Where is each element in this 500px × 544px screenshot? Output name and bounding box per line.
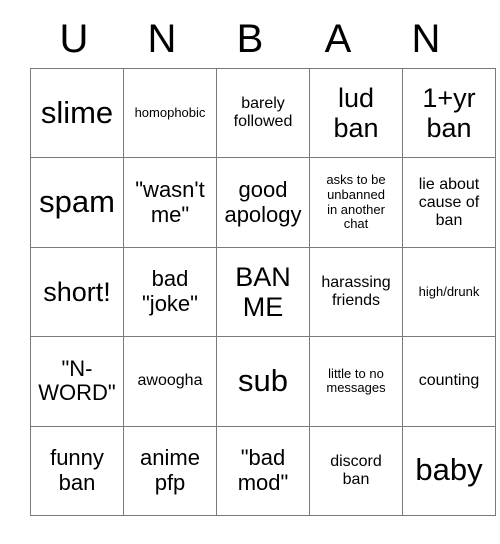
bingo-cell-label: "bad mod" [237,445,289,495]
bingo-cell[interactable]: BAN ME [216,246,310,338]
bingo-cell[interactable]: counting [402,336,496,427]
bingo-cell[interactable]: discord ban [309,425,403,516]
bingo-cell[interactable]: barely followed [216,67,310,159]
bingo-cell[interactable]: awoogha [123,336,217,427]
bingo-cell-label: 1+yr ban [422,82,476,144]
bingo-cell-label: baby [415,452,483,488]
bingo-cell-label: good apology [224,176,302,227]
bingo-cell[interactable]: little to no messages [309,336,403,427]
bingo-cell-label: "wasn't me" [135,176,205,227]
bingo-cell[interactable]: baby [402,425,496,516]
bingo-cell-label: awoogha [137,372,203,390]
bingo-row: "N- WORD" awoogha sub little to no messa… [30,336,496,427]
bingo-cell-label: lie about cause of ban [418,175,480,229]
header-letter-3: B [236,17,264,61]
bingo-grid: slime homophobic barely followed lud ban… [30,67,496,516]
bingo-cell-label: asks to be unbanned in another chat [326,172,386,232]
bingo-cell[interactable]: "N- WORD" [30,336,124,427]
header-letter-5: N [411,17,441,61]
bingo-cell[interactable]: lie about cause of ban [402,157,496,248]
bingo-row: slime homophobic barely followed lud ban… [30,67,496,159]
bingo-cell-label: counting [418,372,480,390]
bingo-cell[interactable]: "bad mod" [216,425,310,516]
bingo-cell-label: discord ban [330,452,382,488]
bingo-cell-label: anime pfp [140,445,200,495]
bingo-cell-label: spam [39,184,115,220]
bingo-cell-label: homophobic [134,104,206,120]
bingo-cell[interactable]: harassing friends [309,246,403,338]
bingo-cell-label: sub [238,363,288,398]
bingo-cell-label: little to no messages [326,365,386,396]
bingo-cell-label: harassing friends [321,274,391,309]
bingo-row: short! bad "joke" BAN ME harassing frien… [30,246,496,338]
bingo-cell-label: lud ban [333,82,379,144]
bingo-cell[interactable]: asks to be unbanned in another chat [309,157,403,248]
bingo-cell-label: slime [40,94,114,130]
bingo-row: funny ban anime pfp "bad mod" discord ba… [30,425,496,516]
bingo-card: U N B A N slime homophobic barely follow… [30,10,496,516]
bingo-cell-label: funny ban [50,445,104,495]
header-letter-1: U [59,17,89,61]
bingo-cell-label: BAN ME [235,261,291,322]
bingo-row: spam "wasn't me" good apology asks to be… [30,157,496,248]
bingo-cell[interactable]: bad "joke" [123,246,217,338]
bingo-cell[interactable]: lud ban [309,67,403,159]
bingo-cell-label: barely followed [233,95,293,131]
bingo-cell-label: high/drunk [418,283,480,299]
bingo-cell[interactable]: short! [30,246,124,338]
bingo-cell[interactable]: funny ban [30,425,124,516]
bingo-cell[interactable]: slime [30,67,124,159]
header-letter-4: A [324,17,352,61]
header-letter-2: N [147,17,177,61]
bingo-cell-label: "N- WORD" [38,355,116,406]
bingo-cell[interactable]: homophobic [123,67,217,159]
bingo-cell[interactable]: spam [30,157,124,248]
bingo-cell[interactable]: anime pfp [123,425,217,516]
bingo-cell[interactable]: high/drunk [402,246,496,338]
bingo-cell[interactable]: "wasn't me" [123,157,217,248]
bingo-cell-label: short! [43,276,111,307]
bingo-header: U N B A N [30,10,470,68]
bingo-cell[interactable]: sub [216,336,310,427]
bingo-cell[interactable]: good apology [216,157,310,248]
bingo-cell[interactable]: 1+yr ban [402,67,496,159]
bingo-cell-label: bad "joke" [142,266,198,316]
